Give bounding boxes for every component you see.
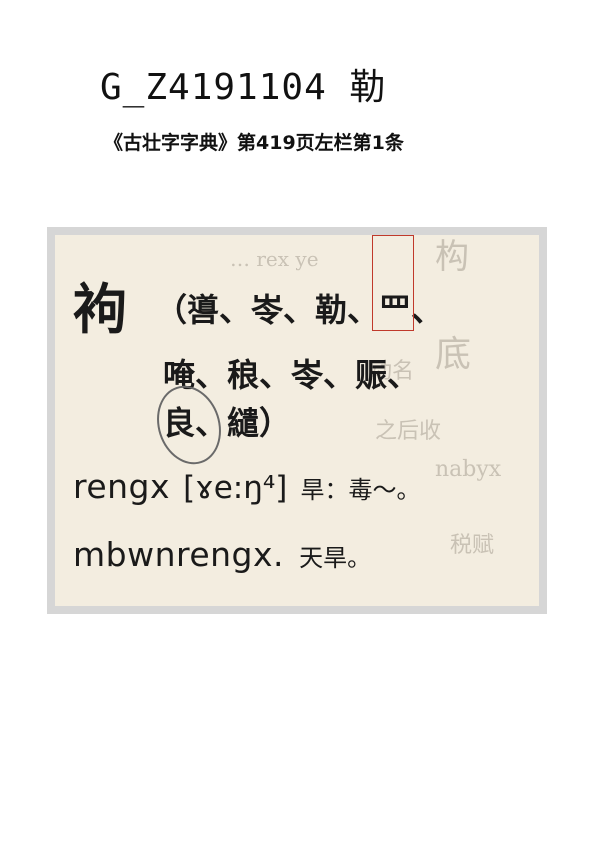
example-romanization: mbwnrengx. — [73, 535, 285, 574]
bleedthrough-text: 税赋 — [450, 533, 495, 558]
headword: 袧 — [73, 277, 127, 341]
example-line: mbwnrengx. 天旱。 — [73, 535, 371, 574]
pronunciation-line: rengx [ɤe:ŋ⁴] 旱：毒～。 — [73, 467, 420, 506]
definition-gloss: 旱：毒～。 — [300, 476, 421, 504]
romanization: rengx — [73, 467, 171, 506]
bleedthrough-text: … rex ye — [230, 247, 319, 271]
ipa-transcription: [ɤe:ŋ⁴] — [183, 470, 288, 506]
source-citation: 《古壮字字典》第419页左栏第1条 — [104, 132, 404, 154]
bleedthrough-text: nabyx — [435, 457, 502, 482]
bleedthrough-text: 构 — [435, 237, 469, 277]
bleedthrough-text: 底 — [435, 334, 472, 375]
variant-line: 唵、稂、岺、赈、 — [163, 356, 420, 394]
entry-code-title: G_Z4191104 勒 — [100, 67, 387, 108]
bleedthrough-text: 之后收 — [375, 419, 442, 444]
highlight-box — [372, 235, 414, 331]
dictionary-scan-frame: 构 … rex ye 底 动名 之后收 nabyx 税赋 袧 （噵、岺、勒、罒、… — [47, 227, 547, 614]
example-gloss: 天旱。 — [299, 544, 372, 572]
dictionary-scan-image: 构 … rex ye 底 动名 之后收 nabyx 税赋 袧 （噵、岺、勒、罒、… — [55, 235, 539, 606]
